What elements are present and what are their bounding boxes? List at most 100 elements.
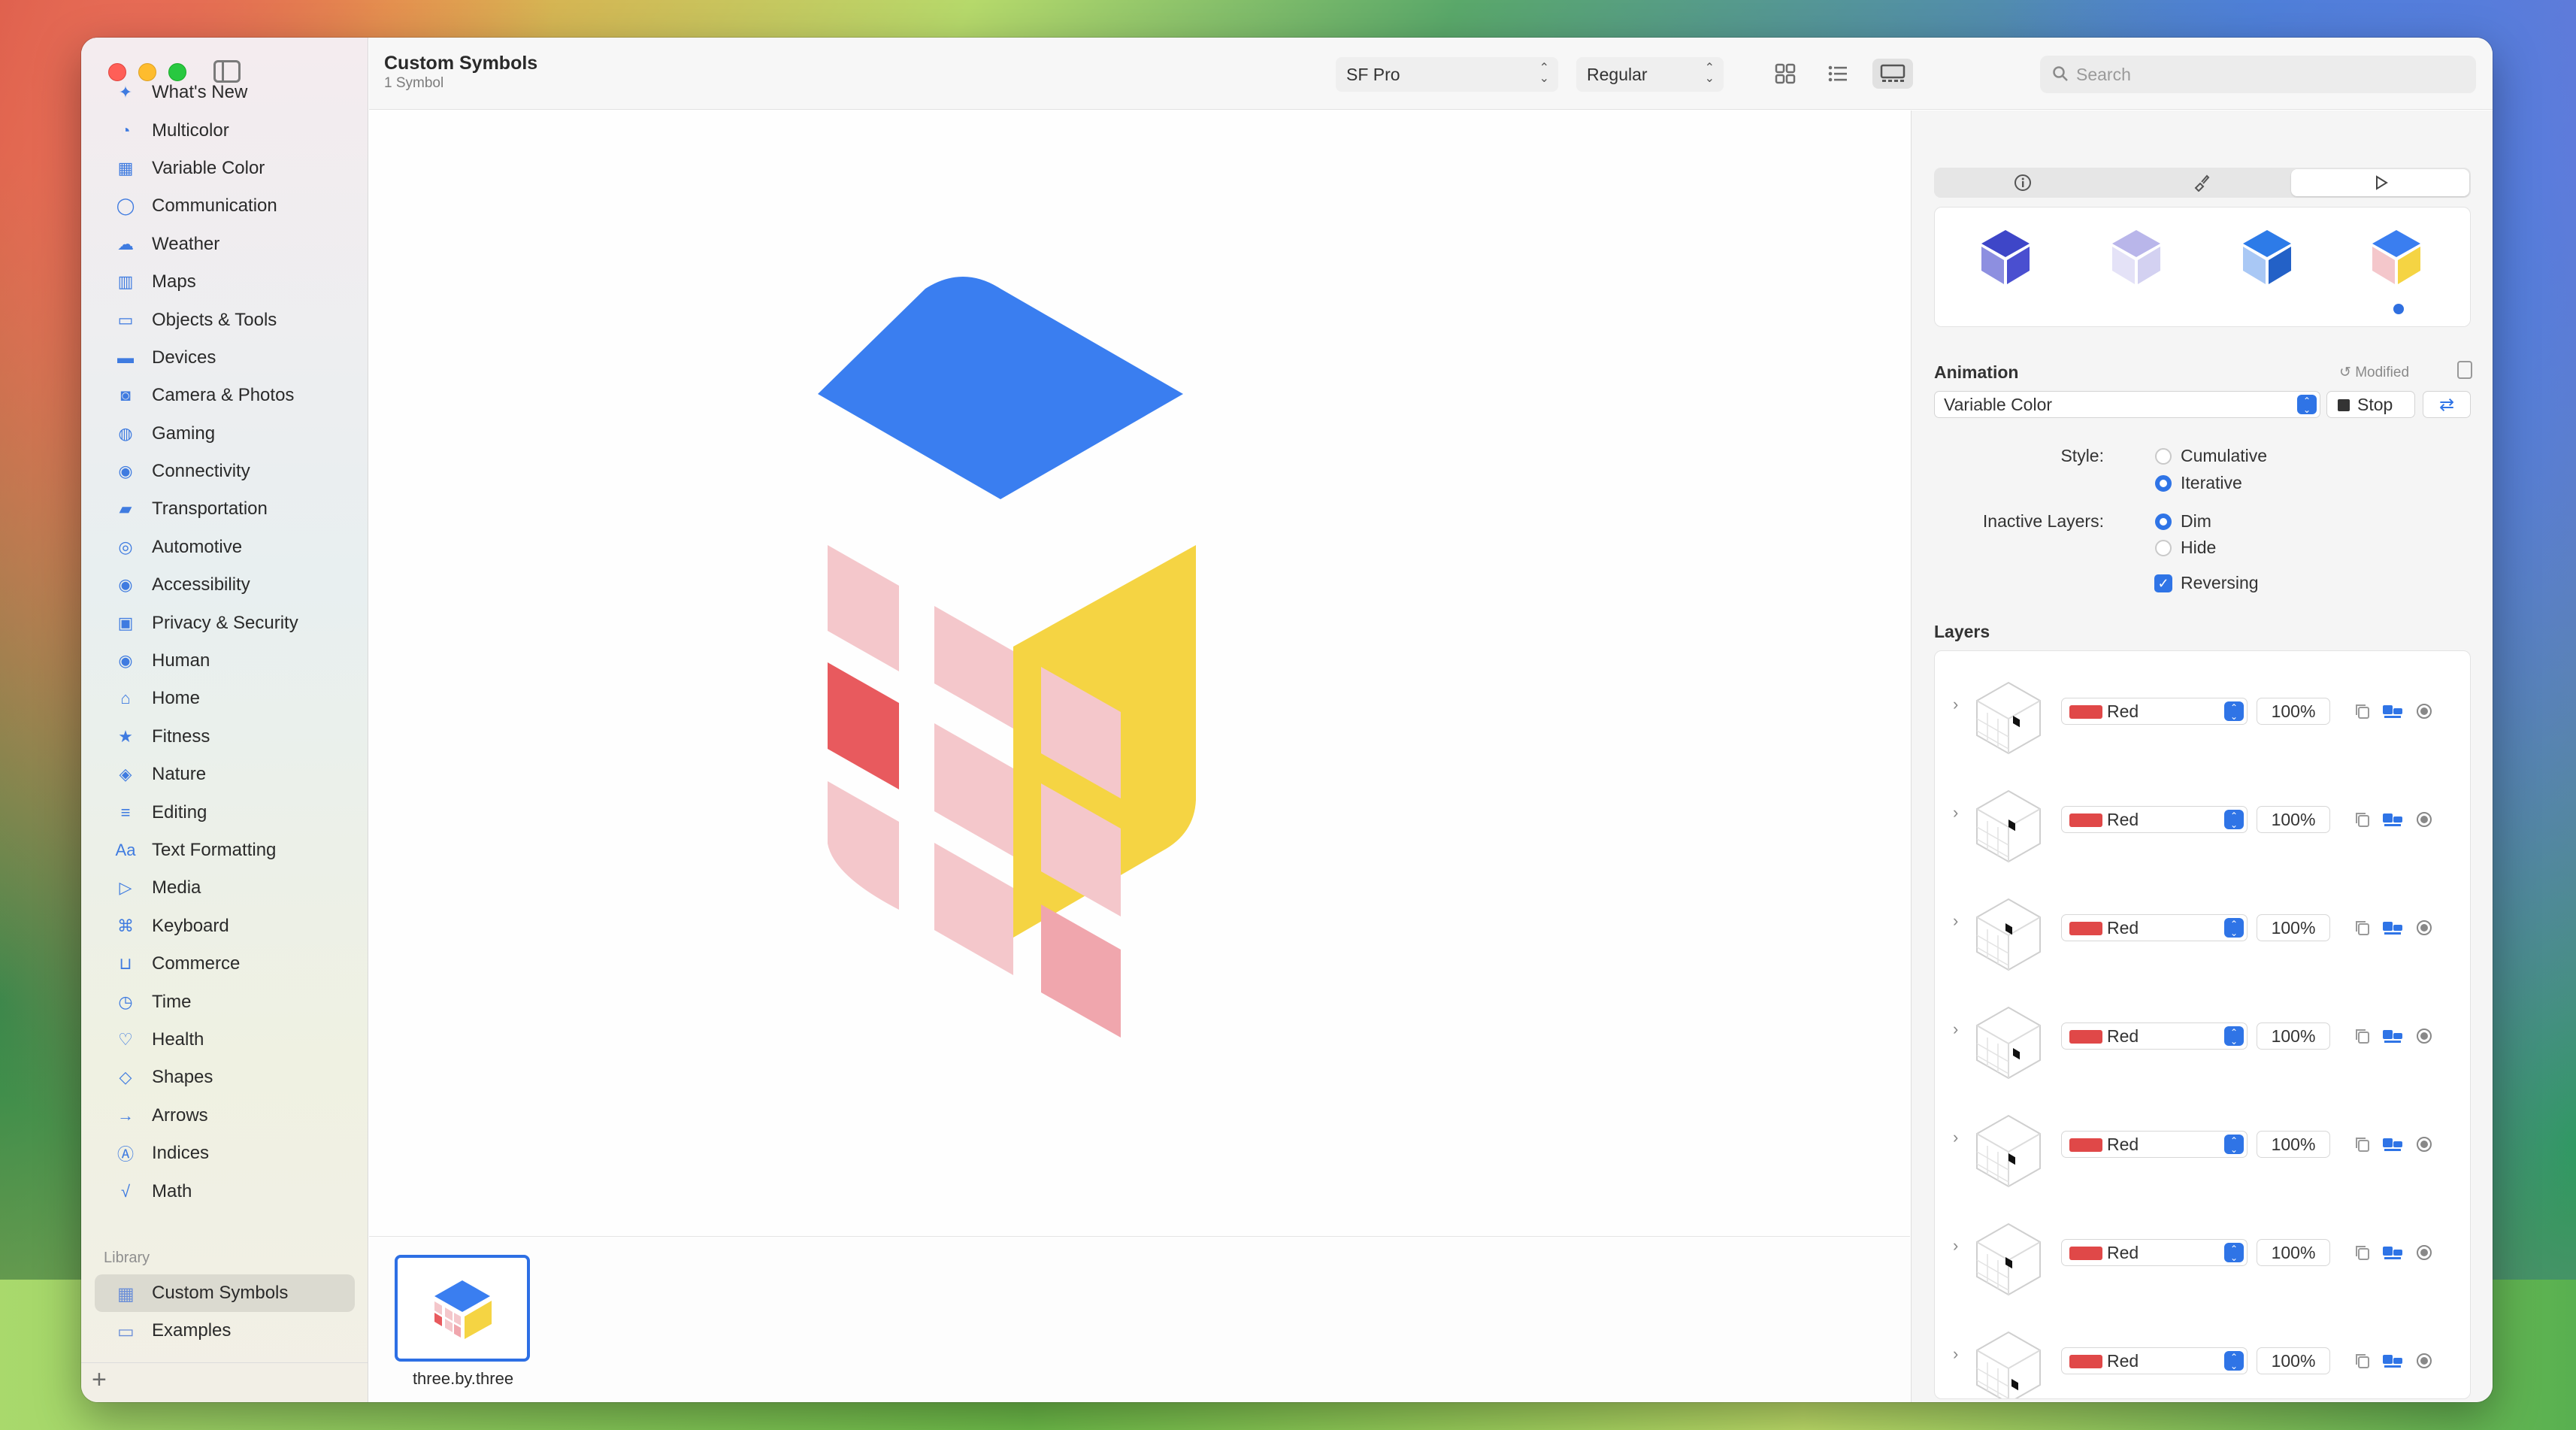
layer-opacity-field[interactable]: 100% [2257, 1023, 2330, 1050]
duplicate-icon[interactable] [2353, 919, 2372, 937]
layer-row[interactable]: › Red ⌃ ⌄ 100% [1935, 1192, 2470, 1301]
sidebar-item[interactable]: ≡ Editing [95, 793, 358, 831]
visibility-icon[interactable] [2414, 1352, 2434, 1370]
layer-row[interactable]: › Red ⌃ ⌄ 100% [1935, 759, 2470, 868]
layer-color-select[interactable]: Red ⌃ ⌄ [2061, 1347, 2248, 1374]
variable-color-toggle-icon[interactable] [2381, 919, 2404, 937]
disclosure-chevron-icon[interactable]: › [1953, 695, 1958, 714]
sidebar-item[interactable]: ▬ Devices [95, 339, 358, 377]
layer-color-select[interactable]: Red ⌃ ⌄ [2061, 914, 2248, 941]
sidebar-item[interactable]: ⌘ Keyboard [95, 907, 358, 945]
variable-color-toggle-icon[interactable] [2381, 702, 2404, 720]
animation-select[interactable]: Variable Color ⌃ ⌄ [1934, 391, 2320, 418]
sidebar-item[interactable]: √ Math [95, 1172, 358, 1210]
multicolor-preview-icon[interactable] [2369, 227, 2423, 287]
layer-opacity-field[interactable]: 100% [2257, 1239, 2330, 1266]
duplicate-icon[interactable] [2353, 702, 2372, 720]
visibility-icon[interactable] [2414, 1244, 2434, 1262]
sidebar-item[interactable]: ▣ Privacy & Security [95, 604, 358, 641]
duplicate-icon[interactable] [2353, 1135, 2372, 1153]
layer-color-select[interactable]: Red ⌃ ⌄ [2061, 1239, 2248, 1266]
sidebar-item[interactable]: ◇ Shapes [95, 1059, 358, 1096]
copy-icon[interactable] [2457, 361, 2472, 379]
sidebar-item[interactable]: Ⓐ Indices [95, 1135, 358, 1172]
layer-color-select[interactable]: Red ⌃ ⌄ [2061, 806, 2248, 833]
sidebar-item[interactable]: ◍ Gaming [95, 415, 358, 453]
sidebar-item[interactable]: ◙ Camera & Photos [95, 377, 358, 414]
layer-opacity-field[interactable]: 100% [2257, 1131, 2330, 1158]
layer-color-select[interactable]: Red ⌃ ⌄ [2061, 1131, 2248, 1158]
sidebar-item[interactable]: ◷ Time [95, 983, 358, 1020]
layer-row[interactable]: › Red ⌃ ⌄ 100% [1935, 868, 2470, 976]
symbol-thumbnail[interactable] [395, 1255, 530, 1362]
palette-preview-icon[interactable] [2240, 227, 2294, 287]
sidebar-item[interactable]: ◔ Multicolor [95, 111, 358, 149]
sidebar-item[interactable]: ◉ Connectivity [95, 453, 358, 490]
paintbrush-tab-icon[interactable] [2112, 168, 2290, 198]
disclosure-chevron-icon[interactable]: › [1953, 1236, 1958, 1256]
variable-color-toggle-icon[interactable] [2381, 1135, 2404, 1153]
variable-color-toggle-icon[interactable] [2381, 1027, 2404, 1045]
visibility-icon[interactable] [2414, 919, 2434, 937]
disclosure-chevron-icon[interactable]: › [1953, 1344, 1958, 1364]
layer-row[interactable]: › Red ⌃ ⌄ 100% [1935, 976, 2470, 1084]
visibility-icon[interactable] [2414, 810, 2434, 829]
style-cumulative-radio[interactable] [2155, 448, 2172, 465]
disclosure-chevron-icon[interactable]: › [1953, 803, 1958, 823]
sidebar-item[interactable]: ◉ Human [95, 642, 358, 680]
layer-row[interactable]: › Red ⌃ ⌄ 100% [1935, 651, 2470, 759]
layer-color-select[interactable]: Red ⌃ ⌄ [2061, 698, 2248, 725]
hierarchical-preview-icon[interactable] [2109, 227, 2163, 287]
variable-color-toggle-icon[interactable] [2381, 1244, 2404, 1262]
info-tab-icon[interactable] [1934, 168, 2112, 198]
visibility-icon[interactable] [2414, 1027, 2434, 1045]
sidebar-item[interactable]: ◉ Accessibility [95, 566, 358, 604]
library-item[interactable]: ▦ Custom Symbols [95, 1274, 355, 1312]
grid-view-icon[interactable] [1769, 59, 1802, 89]
layer-row[interactable]: › Red ⌃ ⌄ 100% [1935, 1084, 2470, 1192]
layer-opacity-field[interactable]: 100% [2257, 914, 2330, 941]
modified-label[interactable]: ↺ Modified [2339, 364, 2409, 381]
disclosure-chevron-icon[interactable]: › [1953, 911, 1958, 931]
duplicate-icon[interactable] [2353, 810, 2372, 829]
sidebar-item[interactable]: ◎ Automotive [95, 529, 358, 566]
style-iterative-radio[interactable] [2155, 475, 2172, 492]
sidebar-item[interactable]: ⌂ Home [95, 680, 358, 717]
sidebar-item[interactable]: ✦ What's New [95, 74, 358, 111]
duplicate-icon[interactable] [2353, 1027, 2372, 1045]
font-select[interactable]: SF Pro ⌃ ⌄ [1336, 57, 1558, 92]
sidebar-item[interactable]: ▰ Transportation [95, 490, 358, 528]
sidebar-item[interactable]: ♡ Health [95, 1021, 358, 1059]
disclosure-chevron-icon[interactable]: › [1953, 1128, 1958, 1147]
weight-select[interactable]: Regular ⌃ ⌄ [1576, 57, 1724, 92]
disclosure-chevron-icon[interactable]: › [1953, 1019, 1958, 1039]
sidebar-item[interactable]: ▦ Variable Color [95, 150, 358, 187]
sidebar-item[interactable]: ☁ Weather [95, 226, 358, 263]
stop-button[interactable]: Stop [2326, 391, 2415, 418]
sidebar-item[interactable]: ▷ Media [95, 869, 358, 907]
sidebar-item[interactable]: → Arrows [95, 1097, 358, 1135]
sidebar-item[interactable]: ◯ Communication [95, 187, 358, 225]
sidebar-item[interactable]: ▥ Maps [95, 263, 358, 301]
variable-color-toggle-icon[interactable] [2381, 1352, 2404, 1370]
duplicate-icon[interactable] [2353, 1244, 2372, 1262]
visibility-icon[interactable] [2414, 702, 2434, 720]
sidebar-item[interactable]: ◈ Nature [95, 756, 358, 793]
add-collection-button[interactable]: + [92, 1365, 107, 1395]
repeat-icon[interactable]: ⇄ [2423, 391, 2471, 418]
layer-opacity-field[interactable]: 100% [2257, 806, 2330, 833]
inactive-hide-radio[interactable] [2155, 540, 2172, 556]
variable-color-toggle-icon[interactable] [2381, 810, 2404, 829]
sidebar-item[interactable]: ⊔ Commerce [95, 945, 358, 983]
duplicate-icon[interactable] [2353, 1352, 2372, 1370]
layer-opacity-field[interactable]: 100% [2257, 1347, 2330, 1374]
reversing-checkbox[interactable]: ✓ [2154, 574, 2172, 592]
play-tab-icon[interactable] [2291, 169, 2470, 196]
sidebar-item[interactable]: ▭ Objects & Tools [95, 301, 358, 338]
layer-opacity-field[interactable]: 100% [2257, 698, 2330, 725]
gallery-view-icon[interactable] [1872, 59, 1913, 89]
library-item[interactable]: ▭ Examples [95, 1312, 355, 1350]
list-view-icon[interactable] [1821, 59, 1854, 89]
inactive-dim-radio[interactable] [2155, 514, 2172, 530]
visibility-icon[interactable] [2414, 1135, 2434, 1153]
